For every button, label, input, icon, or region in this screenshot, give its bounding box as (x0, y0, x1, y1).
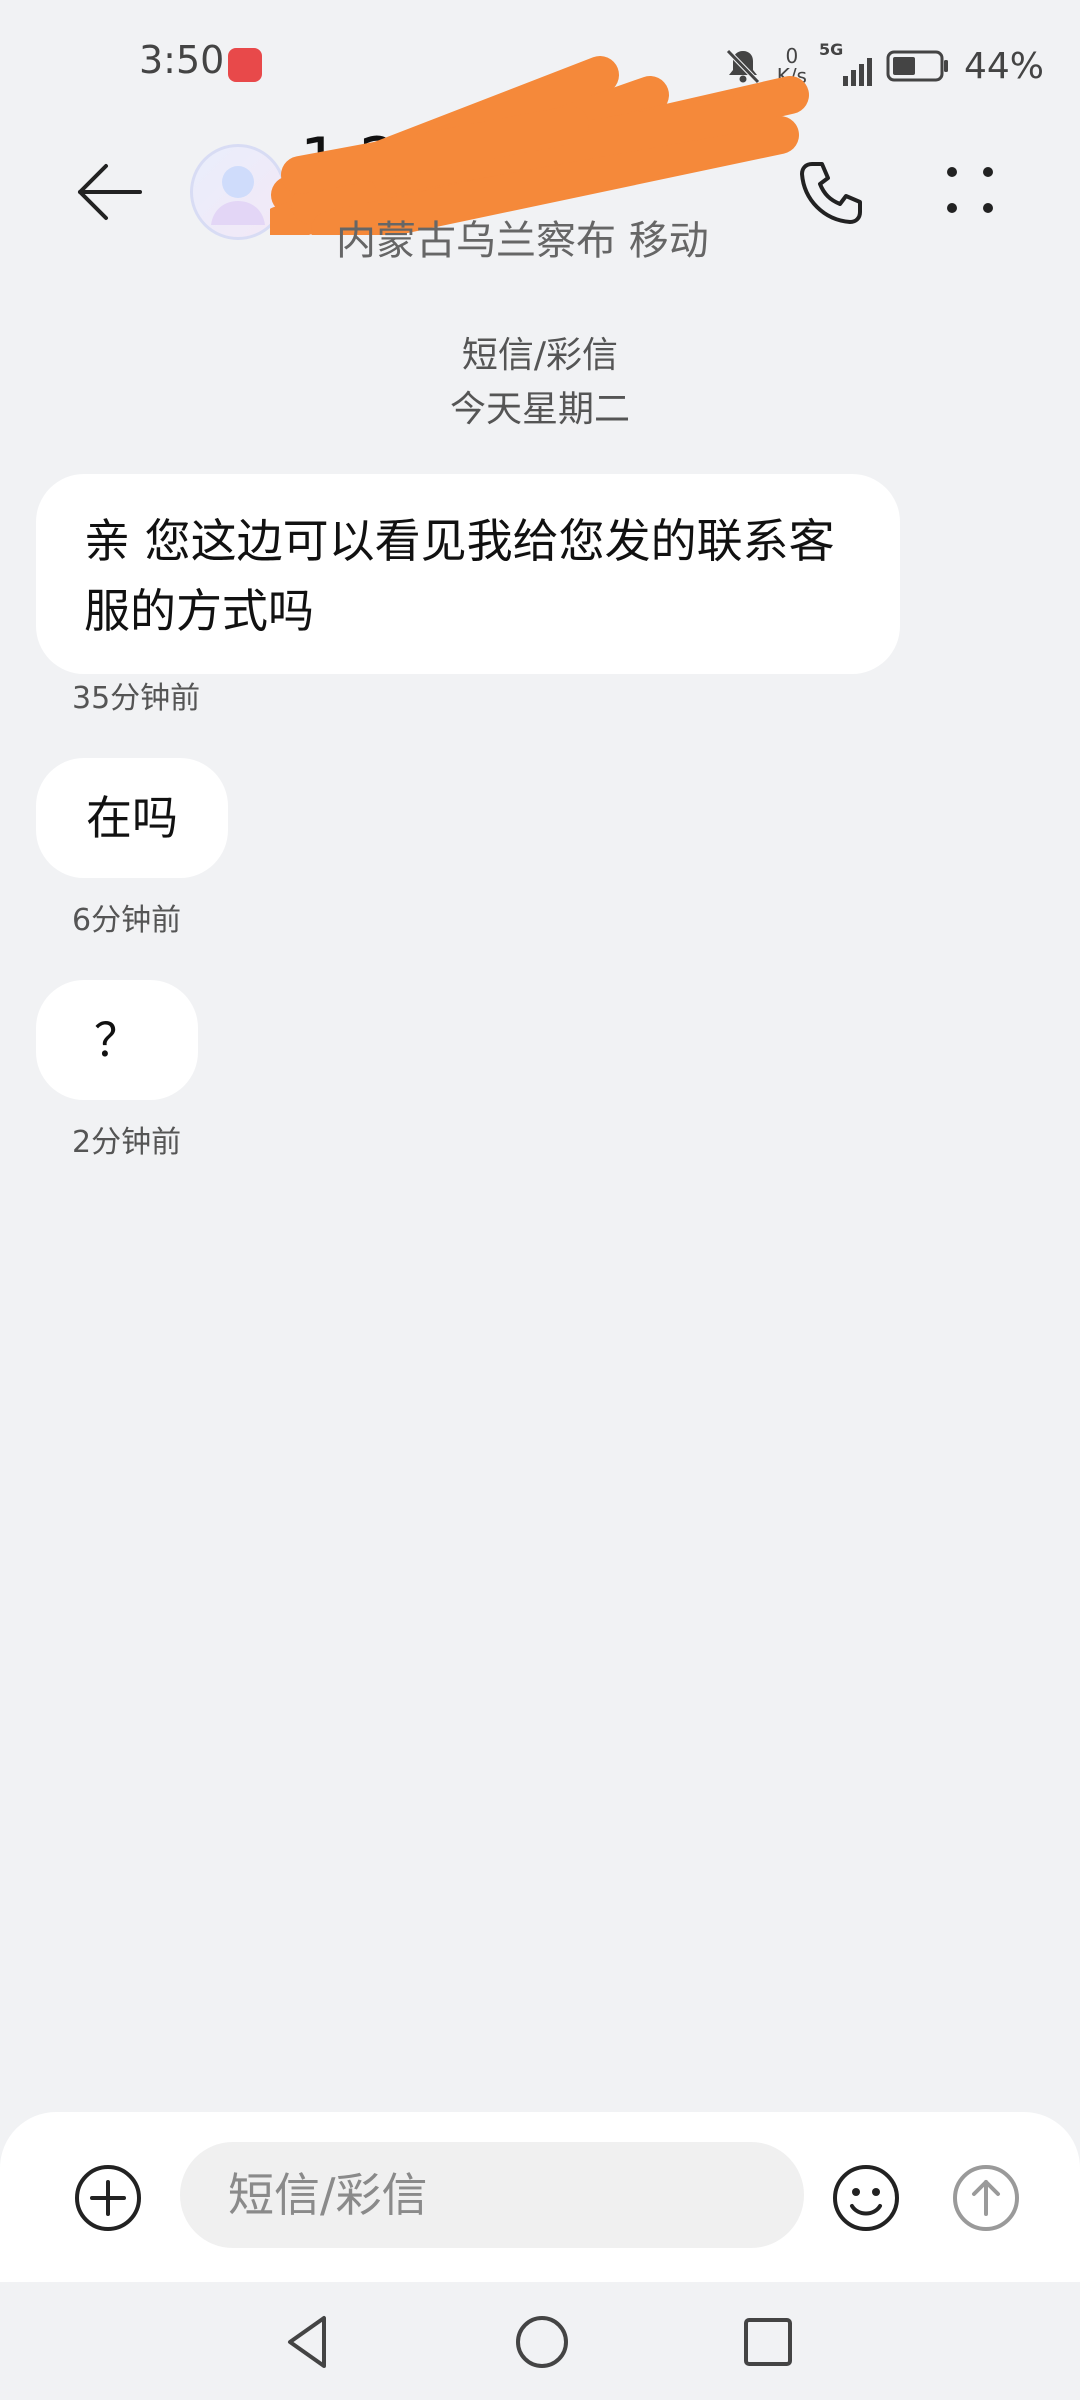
status-time: 3:50 (139, 38, 225, 82)
signal-icon: 5G (819, 40, 872, 86)
contact-location: 内蒙古乌兰察布 移动 (336, 218, 709, 264)
message-bubble[interactable]: ？ (36, 980, 198, 1100)
message-time: 2分钟前 (72, 1125, 182, 1160)
back-arrow-icon[interactable] (70, 152, 150, 232)
net-speed: 0 K/s (777, 46, 807, 86)
network-type: 5G (818, 40, 844, 59)
message-time: 35分钟前 (72, 681, 201, 716)
status-icons: 0 K/s 5G 44% (723, 38, 1044, 94)
message-input[interactable] (180, 2142, 804, 2248)
phone-icon[interactable] (790, 152, 870, 232)
message-bubble[interactable]: 亲 您这边可以看见我给您发的联系客服的方式吗 (36, 474, 900, 674)
app-store-badge-icon (228, 48, 262, 82)
message-bubble[interactable]: 在吗 (36, 758, 228, 878)
battery-percent: 44% (963, 45, 1044, 87)
contact-name[interactable]: 1 27 (300, 118, 770, 204)
net-speed-value: 0 (785, 44, 799, 68)
more-icon[interactable] (930, 152, 1010, 232)
avatar-icon[interactable] (190, 144, 286, 240)
nav-recents-icon[interactable] (738, 2312, 798, 2372)
emoji-icon[interactable] (830, 2162, 902, 2234)
send-icon[interactable] (950, 2162, 1022, 2234)
mute-bell-icon (725, 49, 760, 84)
nav-back-icon[interactable] (280, 2312, 340, 2372)
channel-label: 短信/彩信 (461, 335, 619, 376)
net-speed-unit: K/s (776, 64, 807, 88)
date-label: 今天星期二 (449, 389, 630, 430)
nav-home-icon[interactable] (510, 2310, 574, 2374)
battery-icon (886, 50, 948, 82)
add-icon[interactable] (72, 2162, 144, 2234)
message-time: 6分钟前 (72, 903, 182, 938)
